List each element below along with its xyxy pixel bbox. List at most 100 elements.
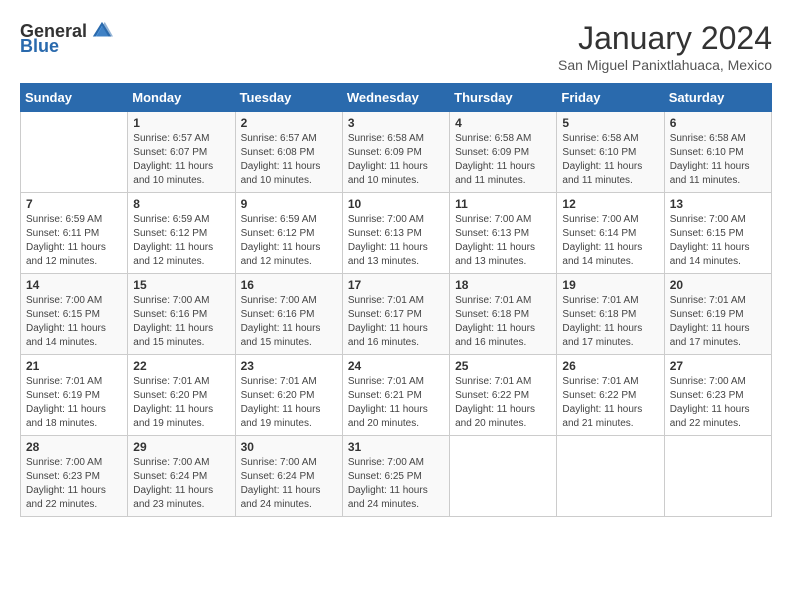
day-info: Sunrise: 6:59 AM Sunset: 6:11 PM Dayligh… [26, 213, 122, 269]
calendar-cell: 19 Sunrise: 7:01 AM Sunset: 6:18 PM Dayli… [557, 274, 664, 355]
day-info: Sunrise: 7:00 AM Sunset: 6:16 PM Dayligh… [133, 294, 229, 350]
calendar-cell: 11 Sunrise: 7:00 AM Sunset: 6:13 PM Dayli… [450, 193, 557, 274]
day-info: Sunrise: 6:57 AM Sunset: 6:07 PM Dayligh… [133, 132, 229, 188]
day-info: Sunrise: 7:01 AM Sunset: 6:21 PM Dayligh… [348, 375, 444, 431]
header-monday: Monday [128, 84, 235, 112]
day-number: 14 [26, 278, 122, 292]
calendar-cell: 1 Sunrise: 6:57 AM Sunset: 6:07 PM Daylig… [128, 112, 235, 193]
day-number: 21 [26, 359, 122, 373]
calendar-cell: 17 Sunrise: 7:01 AM Sunset: 6:17 PM Dayli… [342, 274, 449, 355]
day-number: 13 [670, 197, 766, 211]
day-number: 18 [455, 278, 551, 292]
day-info: Sunrise: 7:01 AM Sunset: 6:22 PM Dayligh… [455, 375, 551, 431]
calendar-cell: 26 Sunrise: 7:01 AM Sunset: 6:22 PM Dayli… [557, 355, 664, 436]
day-number: 19 [562, 278, 658, 292]
calendar-cell [664, 436, 771, 517]
day-number: 8 [133, 197, 229, 211]
calendar-cell: 8 Sunrise: 6:59 AM Sunset: 6:12 PM Daylig… [128, 193, 235, 274]
day-info: Sunrise: 7:00 AM Sunset: 6:24 PM Dayligh… [133, 456, 229, 512]
calendar-cell: 23 Sunrise: 7:01 AM Sunset: 6:20 PM Dayli… [235, 355, 342, 436]
day-info: Sunrise: 7:01 AM Sunset: 6:20 PM Dayligh… [133, 375, 229, 431]
day-number: 29 [133, 440, 229, 454]
day-number: 30 [241, 440, 337, 454]
day-number: 1 [133, 116, 229, 130]
day-info: Sunrise: 7:00 AM Sunset: 6:15 PM Dayligh… [670, 213, 766, 269]
calendar-cell: 14Sunrise: 7:00 AM Sunset: 6:15 PM Dayli… [21, 274, 128, 355]
calendar-cell: 15 Sunrise: 7:00 AM Sunset: 6:16 PM Dayli… [128, 274, 235, 355]
day-number: 12 [562, 197, 658, 211]
logo-blue: Blue [20, 36, 59, 57]
day-number: 31 [348, 440, 444, 454]
day-number: 16 [241, 278, 337, 292]
day-number: 20 [670, 278, 766, 292]
calendar-cell: 18 Sunrise: 7:01 AM Sunset: 6:18 PM Dayli… [450, 274, 557, 355]
day-number: 11 [455, 197, 551, 211]
day-info: Sunrise: 6:58 AM Sunset: 6:09 PM Dayligh… [455, 132, 551, 188]
day-number: 10 [348, 197, 444, 211]
day-info: Sunrise: 7:01 AM Sunset: 6:17 PM Dayligh… [348, 294, 444, 350]
calendar-cell [21, 112, 128, 193]
calendar-cell: 5Sunrise: 6:58 AM Sunset: 6:10 PM Daylig… [557, 112, 664, 193]
calendar-cell: 29 Sunrise: 7:00 AM Sunset: 6:24 PM Dayli… [128, 436, 235, 517]
day-number: 26 [562, 359, 658, 373]
day-number: 15 [133, 278, 229, 292]
header-thursday: Thursday [450, 84, 557, 112]
day-info: Sunrise: 7:01 AM Sunset: 6:18 PM Dayligh… [562, 294, 658, 350]
calendar-cell: 10 Sunrise: 7:00 AM Sunset: 6:13 PM Dayli… [342, 193, 449, 274]
day-info: Sunrise: 7:01 AM Sunset: 6:22 PM Dayligh… [562, 375, 658, 431]
calendar-cell [557, 436, 664, 517]
day-number: 9 [241, 197, 337, 211]
calendar-cell: 25Sunrise: 7:01 AM Sunset: 6:22 PM Dayli… [450, 355, 557, 436]
calendar-week-5: 28Sunrise: 7:00 AM Sunset: 6:23 PM Dayli… [21, 436, 772, 517]
day-number: 6 [670, 116, 766, 130]
day-number: 22 [133, 359, 229, 373]
day-info: Sunrise: 7:00 AM Sunset: 6:13 PM Dayligh… [348, 213, 444, 269]
day-info: Sunrise: 7:00 AM Sunset: 6:25 PM Dayligh… [348, 456, 444, 512]
day-number: 23 [241, 359, 337, 373]
calendar-header: SundayMondayTuesdayWednesdayThursdayFrid… [21, 84, 772, 112]
calendar-cell: 4 Sunrise: 6:58 AM Sunset: 6:09 PM Daylig… [450, 112, 557, 193]
calendar-table: SundayMondayTuesdayWednesdayThursdayFrid… [20, 83, 772, 517]
calendar-week-3: 14Sunrise: 7:00 AM Sunset: 6:15 PM Dayli… [21, 274, 772, 355]
calendar-cell: 2Sunrise: 6:57 AM Sunset: 6:08 PM Daylig… [235, 112, 342, 193]
calendar-cell: 27Sunrise: 7:00 AM Sunset: 6:23 PM Dayli… [664, 355, 771, 436]
day-info: Sunrise: 7:01 AM Sunset: 6:18 PM Dayligh… [455, 294, 551, 350]
calendar-cell [450, 436, 557, 517]
day-info: Sunrise: 6:59 AM Sunset: 6:12 PM Dayligh… [133, 213, 229, 269]
calendar-cell: 13 Sunrise: 7:00 AM Sunset: 6:15 PM Dayli… [664, 193, 771, 274]
subtitle: San Miguel Panixtlahuaca, Mexico [558, 57, 772, 73]
calendar-cell: 22 Sunrise: 7:01 AM Sunset: 6:20 PM Dayli… [128, 355, 235, 436]
calendar-cell: 3Sunrise: 6:58 AM Sunset: 6:09 PM Daylig… [342, 112, 449, 193]
calendar-cell: 24Sunrise: 7:01 AM Sunset: 6:21 PM Dayli… [342, 355, 449, 436]
header-friday: Friday [557, 84, 664, 112]
day-info: Sunrise: 7:00 AM Sunset: 6:16 PM Dayligh… [241, 294, 337, 350]
day-number: 17 [348, 278, 444, 292]
calendar-cell: 6 Sunrise: 6:58 AM Sunset: 6:10 PM Daylig… [664, 112, 771, 193]
day-number: 4 [455, 116, 551, 130]
day-number: 28 [26, 440, 122, 454]
header-wednesday: Wednesday [342, 84, 449, 112]
logo: General Blue [20, 20, 113, 57]
calendar-week-4: 21 Sunrise: 7:01 AM Sunset: 6:19 PM Dayli… [21, 355, 772, 436]
calendar-cell: 16 Sunrise: 7:00 AM Sunset: 6:16 PM Dayli… [235, 274, 342, 355]
header-tuesday: Tuesday [235, 84, 342, 112]
title-section: January 2024 San Miguel Panixtlahuaca, M… [558, 20, 772, 73]
calendar-body: 1 Sunrise: 6:57 AM Sunset: 6:07 PM Daylig… [21, 112, 772, 517]
logo-icon [91, 20, 113, 42]
day-info: Sunrise: 7:01 AM Sunset: 6:19 PM Dayligh… [26, 375, 122, 431]
main-title: January 2024 [558, 20, 772, 57]
page-header: General Blue January 2024 San Miguel Pan… [20, 20, 772, 73]
header-sunday: Sunday [21, 84, 128, 112]
day-info: Sunrise: 7:00 AM Sunset: 6:13 PM Dayligh… [455, 213, 551, 269]
day-number: 27 [670, 359, 766, 373]
header-saturday: Saturday [664, 84, 771, 112]
day-number: 7 [26, 197, 122, 211]
calendar-cell: 7 Sunrise: 6:59 AM Sunset: 6:11 PM Daylig… [21, 193, 128, 274]
calendar-week-1: 1 Sunrise: 6:57 AM Sunset: 6:07 PM Daylig… [21, 112, 772, 193]
day-info: Sunrise: 7:01 AM Sunset: 6:19 PM Dayligh… [670, 294, 766, 350]
day-number: 2 [241, 116, 337, 130]
day-info: Sunrise: 7:01 AM Sunset: 6:20 PM Dayligh… [241, 375, 337, 431]
calendar-cell: 28Sunrise: 7:00 AM Sunset: 6:23 PM Dayli… [21, 436, 128, 517]
day-number: 5 [562, 116, 658, 130]
day-info: Sunrise: 6:58 AM Sunset: 6:10 PM Dayligh… [670, 132, 766, 188]
